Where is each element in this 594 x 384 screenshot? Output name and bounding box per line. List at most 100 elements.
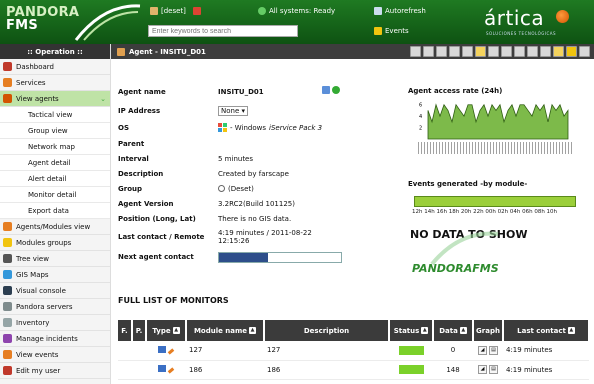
access-rate-ytick: 2 — [419, 126, 422, 132]
tab-custom-icon[interactable] — [540, 46, 551, 57]
tab-main-icon[interactable] — [410, 46, 421, 57]
tab-gis-icon[interactable] — [501, 46, 512, 57]
col-type[interactable]: Type ▲ — [146, 320, 187, 341]
tab-alerts-icon[interactable] — [449, 46, 460, 57]
submenu-item-group-view[interactable]: Group view — [0, 123, 110, 139]
sidebar-item-services[interactable]: Services — [0, 75, 110, 91]
sort-icon[interactable]: ▲ — [567, 327, 575, 334]
pandora-logo[interactable]: PANDORA FMS — [6, 6, 79, 32]
tree-view-icon — [3, 254, 12, 263]
tab-events-icon[interactable] — [475, 46, 486, 57]
module-name[interactable]: 186 — [186, 360, 264, 380]
view-events-icon — [3, 350, 12, 359]
sidebar-item-dashboard[interactable]: Dashboard — [0, 59, 110, 75]
sidebar-item-inventory[interactable]: Inventory — [0, 315, 110, 331]
module-name[interactable]: 127 — [186, 341, 264, 361]
submenu-item-agent-detail[interactable]: Agent detail — [0, 155, 110, 171]
agent-icon — [117, 47, 125, 56]
events-module-bar — [414, 196, 576, 207]
pandora-watermark-icon — [430, 231, 499, 266]
sort-icon[interactable]: ▲ — [421, 327, 429, 334]
col-last-contact[interactable]: Last contact ▲ — [503, 320, 590, 341]
user-link[interactable]: [deset] — [150, 7, 201, 15]
graph-icon[interactable]: ◢ — [478, 365, 487, 374]
col-status[interactable]: Status ▲ — [389, 320, 434, 341]
access-rate-title: Agent access rate (24h) — [408, 87, 503, 95]
submenu-item-alert-detail[interactable]: Alert detail — [0, 171, 110, 187]
sidebar-item-view-agents[interactable]: View agents ⌄ — [0, 91, 110, 107]
sort-icon[interactable]: ▲ — [249, 327, 257, 334]
access-rate-xticks — [418, 142, 572, 154]
status-ok-icon — [258, 7, 266, 15]
sidebar-item-view-events[interactable]: View events — [0, 347, 110, 363]
gis-maps-icon — [3, 270, 12, 279]
sidebar-item-modules-groups[interactable]: Modules groups — [0, 235, 110, 251]
tab-inventory-icon[interactable] — [462, 46, 473, 57]
pandorafms-logo: PANDORAFMS — [412, 262, 499, 275]
col-data[interactable]: Data ▲ — [433, 320, 474, 341]
edit-icon[interactable] — [167, 348, 175, 355]
edit-my-user-icon — [3, 366, 12, 375]
sidebar-item-edit-my-user[interactable]: Edit my user — [0, 363, 110, 379]
submenu-item-tactical-view[interactable]: Tactical view — [0, 107, 110, 123]
module-description: 186 — [264, 360, 389, 380]
raw-data-icon[interactable]: ▤ — [489, 365, 498, 374]
system-status[interactable]: All systems: Ready — [258, 7, 335, 15]
logout-icon[interactable] — [192, 7, 201, 15]
module-data: 0 — [433, 341, 473, 361]
sidebar-item-visual-console[interactable]: Visual console — [0, 283, 110, 299]
ip-address-select[interactable]: None ▾ — [218, 105, 249, 116]
artica-tagline: SOLUCIONES TECNOLÓGICAS — [486, 31, 557, 36]
events-link[interactable]: Events — [374, 27, 409, 35]
tab-setup-icon[interactable] — [423, 46, 434, 57]
sidebar-item-manage-incidents[interactable]: Manage incidents — [0, 331, 110, 347]
operation-sidebar: :: Operation :: Dashboard Services View ag… — [0, 44, 111, 384]
module-last-contact: 4:19 minutes — [503, 360, 589, 380]
status-ok-indicator — [398, 365, 424, 374]
agent-info-table: Agent name INSITU_D01 IP Address None ▾ … — [118, 82, 350, 266]
lightning-icon — [374, 27, 382, 35]
sidebar-item-gis-maps[interactable]: GIS Maps — [0, 267, 110, 283]
tab-graphs-icon[interactable] — [488, 46, 499, 57]
sidebar-item-tree-view[interactable]: Tree view — [0, 251, 110, 267]
table-row: 186 186 148 ◢ ▤ 4:19 minutes — [118, 360, 589, 380]
access-rate-ytick: 4 — [419, 114, 422, 120]
status-ok-indicator — [398, 345, 424, 355]
table-row: 127 127 0 ◢ ▤ 4:19 minutes — [118, 341, 589, 361]
tab-report-icon[interactable] — [527, 46, 538, 57]
module-data: 148 — [433, 360, 473, 380]
dashboard-icon — [3, 62, 12, 71]
manage-incidents-icon — [3, 334, 12, 343]
ip-row: IP Address None ▾ — [118, 102, 350, 119]
col-graph: Graph — [473, 320, 504, 341]
col-module-name[interactable]: Module name ▲ — [186, 320, 265, 341]
submenu-item-export-data[interactable]: Export data — [0, 203, 110, 219]
raw-data-icon[interactable]: ▤ — [489, 345, 498, 355]
group-link[interactable]: (Deset) — [228, 185, 254, 193]
tab-data-icon[interactable] — [436, 46, 447, 57]
submenu-item-network-map[interactable]: Network map — [0, 139, 110, 155]
os-row: OS - Windows iService Pack 3 — [118, 123, 323, 132]
tab-network-icon[interactable] — [514, 46, 525, 57]
page-titlebar: Agent - INSITU_D01 — [111, 44, 594, 59]
tab-help-icon[interactable] — [566, 46, 577, 57]
sort-icon[interactable]: ▲ — [459, 327, 467, 334]
monitors-title: FULL LIST OF MONITORS — [118, 296, 229, 305]
graph-icon[interactable]: ◢ — [478, 345, 487, 355]
sidebar-item-pandora-servers[interactable]: Pandora servers — [0, 299, 110, 315]
refresh-icon — [374, 7, 382, 15]
submenu-item-monitor-detail[interactable]: Monitor detail — [0, 187, 110, 203]
autorefresh-link[interactable]: Autorefresh — [374, 7, 426, 15]
next-contact-row: Next agent contact — [118, 248, 350, 266]
top-header: PANDORA FMS [deset] All systems: Ready A… — [0, 0, 594, 44]
refresh-agent-icon[interactable] — [322, 86, 330, 94]
search-input[interactable] — [148, 25, 298, 37]
sidebar-item-agents-modules-view[interactable]: Agents/Modules view — [0, 219, 110, 235]
group-row: Group (Deset) — [118, 184, 254, 193]
agent-ok-icon — [332, 86, 340, 94]
monitors-table: F. P. Type ▲ Module name ▲ Description Sta… — [118, 320, 590, 380]
tab-manage-icon[interactable] — [553, 46, 564, 57]
tab-list-icon[interactable] — [579, 46, 590, 57]
sort-icon[interactable]: ▲ — [172, 327, 180, 334]
edit-icon[interactable] — [167, 367, 175, 374]
